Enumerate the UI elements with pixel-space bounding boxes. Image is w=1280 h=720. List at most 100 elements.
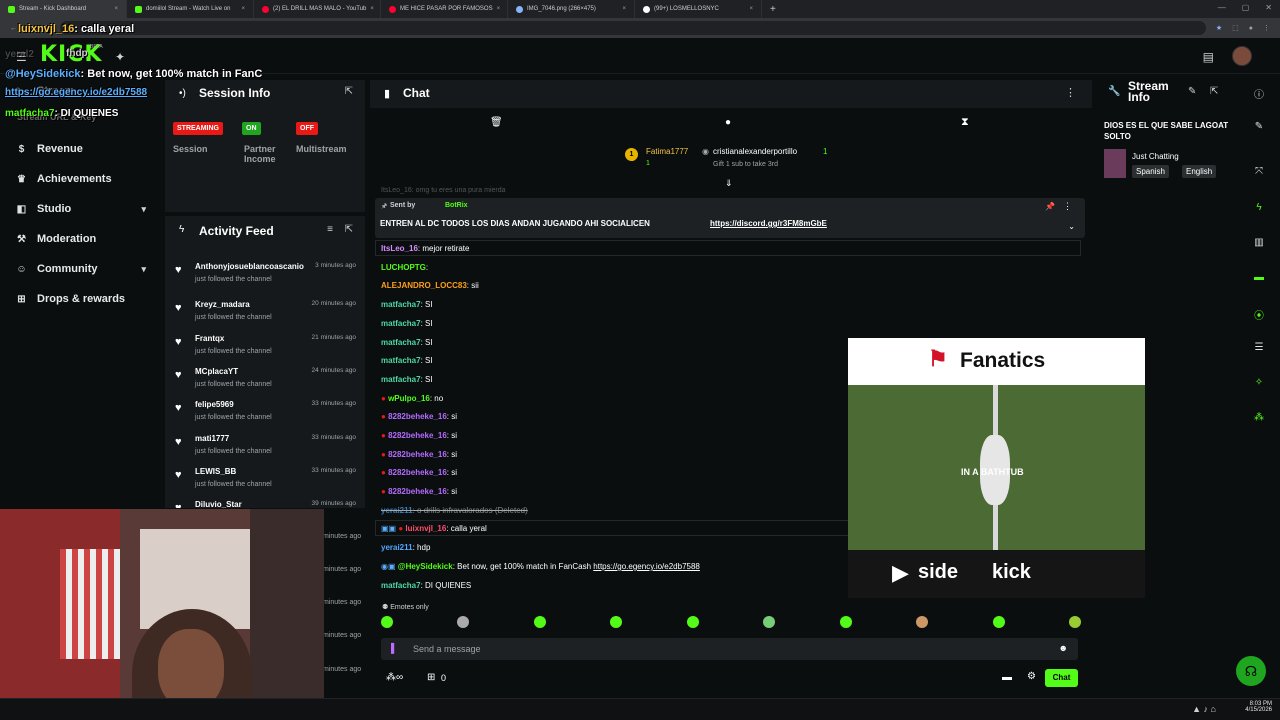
wrench-icon[interactable]: ✧ bbox=[1252, 377, 1266, 391]
star-icon[interactable]: ★ bbox=[1216, 24, 1222, 32]
popout-icon[interactable]: ⇱ bbox=[1210, 86, 1218, 97]
emote-icon[interactable] bbox=[839, 616, 852, 628]
collapse-icon[interactable]: ⇓ bbox=[725, 178, 733, 189]
more-icon[interactable]: ⋮ bbox=[1063, 201, 1072, 212]
chat-username[interactable]: 8282beheke_16 bbox=[388, 412, 447, 421]
close-icon[interactable]: × bbox=[241, 6, 245, 12]
browser-tab[interactable]: IMG_7046.png (266×475) × bbox=[508, 0, 635, 18]
chat-message[interactable]: ● 8282beheke_16: si bbox=[381, 412, 457, 421]
chat-mode-icon[interactable]: ● bbox=[725, 117, 731, 128]
chat-username[interactable]: 8282beheke_16 bbox=[388, 431, 447, 440]
activity-user[interactable]: Anthonyjosueblancoascanio bbox=[195, 262, 320, 271]
activity-user[interactable]: MCplacaYT bbox=[195, 367, 238, 376]
chat-username[interactable]: matfacha7 bbox=[381, 356, 421, 365]
maximize-icon[interactable]: ▢ bbox=[1242, 3, 1250, 12]
new-tab-button[interactable]: + bbox=[770, 4, 776, 15]
profile-icon[interactable]: ● bbox=[1249, 25, 1253, 32]
info-icon[interactable]: ⓘ bbox=[1252, 86, 1266, 101]
activity-user[interactable]: felipe5969 bbox=[195, 400, 234, 409]
pin-icon[interactable]: 📌 bbox=[1045, 202, 1055, 211]
chat-icon[interactable]: ▬ bbox=[1252, 272, 1266, 286]
close-icon[interactable]: × bbox=[749, 6, 753, 12]
menu-icon[interactable]: ⋮ bbox=[1263, 24, 1270, 32]
chat-link[interactable]: https://go.egency.io/e2db7588 bbox=[593, 562, 700, 571]
sidebar-item-moderation[interactable]: ⚒ Moderation bbox=[0, 224, 160, 254]
activity-user[interactable]: Kreyz_madara bbox=[195, 300, 250, 309]
chat-message[interactable]: matfacha7: SI bbox=[381, 375, 433, 384]
chat-message[interactable]: ● 8282beheke_16: si bbox=[381, 450, 457, 459]
emote-icon[interactable] bbox=[916, 616, 929, 628]
chat-message[interactable]: ● 8282beheke_16: si bbox=[381, 468, 457, 477]
browser-tab[interactable]: (2) EL DRILL MAS MALO - YouTub × bbox=[254, 0, 381, 18]
chat-message[interactable]: ◉▣ @HeySidekick: Bet now, get 100% match… bbox=[381, 562, 700, 571]
bolt-icon[interactable]: ϟ bbox=[1252, 202, 1266, 216]
support-button[interactable]: ☊ bbox=[1236, 656, 1266, 686]
category-thumbnail[interactable] bbox=[1104, 149, 1126, 178]
activity-user[interactable]: Diluvio_Star bbox=[195, 500, 242, 508]
browser-tab[interactable]: (99+) LOSMELLOSNYC × bbox=[635, 0, 762, 18]
pinned-bot-name[interactable]: BotRix bbox=[445, 202, 468, 209]
chat-message[interactable]: ● 8282beheke_16: si bbox=[381, 431, 457, 440]
chat-username[interactable]: matfacha7 bbox=[381, 581, 421, 590]
chat-message[interactable]: ▣▣ ● luixnvjl_16: calla yeral bbox=[381, 524, 487, 533]
chat-username[interactable]: matfacha7 bbox=[381, 319, 421, 328]
sidebar-item-revenue[interactable]: $ Revenue bbox=[0, 134, 160, 164]
nodes-icon[interactable]: ⁂ bbox=[1252, 412, 1266, 426]
tag[interactable]: Spanish bbox=[1132, 165, 1169, 178]
emote-icon[interactable] bbox=[686, 616, 699, 628]
chat-username[interactable]: 8282beheke_16 bbox=[388, 487, 447, 496]
activity-user[interactable]: Frantqx bbox=[195, 334, 224, 343]
pin-icon[interactable]: ✦ bbox=[115, 50, 125, 64]
chat-username[interactable]: 8282beheke_16 bbox=[388, 450, 447, 459]
avatar[interactable] bbox=[1232, 46, 1252, 66]
tag[interactable]: English bbox=[1182, 165, 1217, 178]
more-icon[interactable]: ⋮ bbox=[1065, 86, 1076, 99]
expand-icon[interactable]: ⤧ bbox=[1252, 166, 1266, 180]
gifter-name[interactable]: cristianalexanderportillo bbox=[713, 147, 797, 156]
gear-icon[interactable]: ⚙ bbox=[1027, 671, 1036, 682]
emote-icon[interactable] bbox=[610, 616, 623, 628]
popout-icon[interactable]: ⇱ bbox=[345, 224, 353, 235]
extensions-icon[interactable]: ⬚ bbox=[1232, 24, 1239, 32]
address-bar[interactable] bbox=[59, 21, 1206, 35]
chat-username[interactable]: matfacha7 bbox=[381, 375, 421, 384]
chat-input[interactable]: ▌ Send a message ☻ bbox=[381, 638, 1078, 660]
chat-username[interactable]: luixnvjl_16 bbox=[405, 524, 446, 533]
chat-message[interactable]: matfacha7: SI bbox=[381, 300, 433, 309]
layers-icon[interactable]: ☰ bbox=[1252, 342, 1266, 356]
chat-message[interactable]: ● 8282beheke_16: si bbox=[381, 487, 457, 496]
chat-message[interactable]: matfacha7: DI QUIENES bbox=[381, 581, 471, 590]
chat-username[interactable]: LUCHOPTG bbox=[381, 263, 426, 272]
chat-message[interactable]: ● wPulpo_16: no bbox=[381, 394, 443, 403]
trash-icon[interactable]: 🗑 bbox=[490, 117, 503, 128]
close-window-icon[interactable]: ✕ bbox=[1265, 3, 1272, 12]
chat-username[interactable]: ItsLeo_16 bbox=[381, 244, 418, 253]
sidebar-item-studio[interactable]: ◧ Studio ▾ bbox=[0, 194, 160, 224]
chat-username[interactable]: yerai211 bbox=[381, 506, 413, 515]
hourglass-icon[interactable]: ⧗ bbox=[961, 116, 969, 129]
back-icon[interactable]: ← bbox=[10, 25, 17, 32]
wallet-icon[interactable]: ▤ bbox=[1203, 50, 1214, 64]
broadcast-icon[interactable]: ⦿ bbox=[1252, 307, 1266, 322]
emote-icon[interactable] bbox=[381, 616, 393, 628]
chat-message[interactable]: matfacha7: SI bbox=[381, 319, 433, 328]
chat-username[interactable]: matfacha7 bbox=[381, 300, 421, 309]
close-icon[interactable]: × bbox=[114, 6, 118, 12]
emote-icon[interactable] bbox=[457, 616, 470, 628]
chat-message[interactable]: ALEJANDRO_LOCC83: sii bbox=[381, 281, 479, 290]
emote-icon[interactable] bbox=[992, 616, 1005, 628]
chat-username[interactable]: matfacha7 bbox=[381, 338, 421, 347]
browser-tab[interactable]: domiilol Stream - Watch Live on × bbox=[127, 0, 254, 18]
chat-message[interactable]: ItsLeo_16: mejor retirate bbox=[381, 244, 469, 253]
chevron-down-icon[interactable]: ⌄ bbox=[1068, 222, 1075, 231]
category-name[interactable]: Just Chatting bbox=[1132, 152, 1179, 161]
close-icon[interactable]: × bbox=[622, 6, 626, 12]
browser-tab[interactable]: Stream - Kick Dashboard × bbox=[0, 0, 127, 18]
chat-username[interactable]: wPulpo_16 bbox=[388, 394, 430, 403]
popout-icon[interactable]: ⇱ bbox=[345, 86, 353, 97]
close-icon[interactable]: × bbox=[497, 6, 501, 12]
chat-username[interactable]: ALEJANDRO_LOCC83 bbox=[381, 281, 467, 290]
filter-icon[interactable]: ≡ bbox=[327, 224, 333, 235]
edit-icon[interactable]: ✎ bbox=[1188, 86, 1196, 97]
send-chat-button[interactable]: Chat bbox=[1045, 669, 1078, 687]
